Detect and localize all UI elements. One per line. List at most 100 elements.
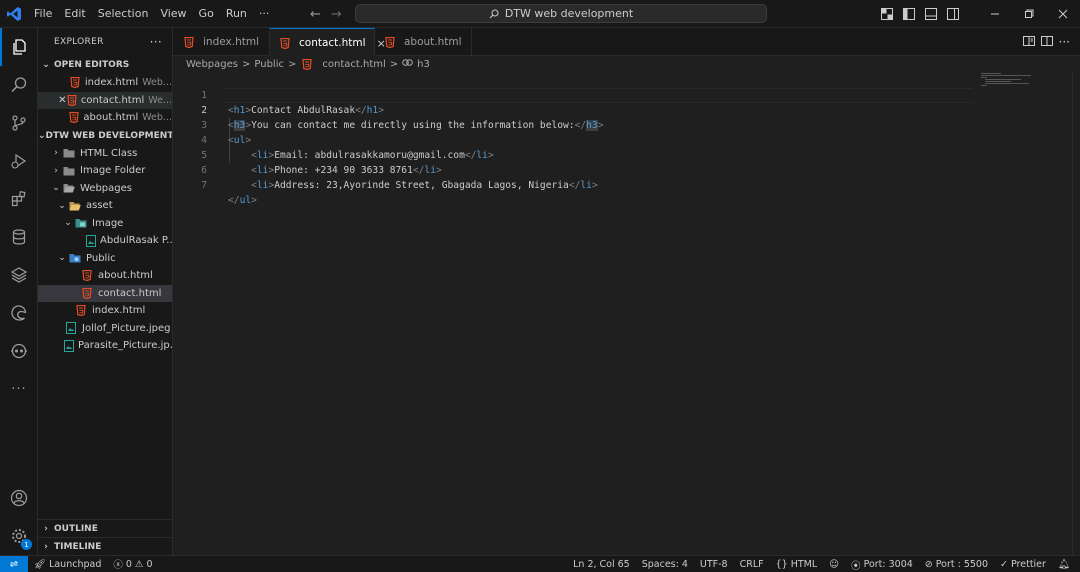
breadcrumb-h3[interactable]: h3 bbox=[417, 59, 430, 70]
menu-go[interactable]: Go bbox=[193, 0, 220, 28]
html-file-icon bbox=[300, 58, 314, 70]
edge-browser-icon[interactable] bbox=[0, 294, 38, 332]
chevron-down-icon: ⌄ bbox=[58, 253, 66, 264]
end-of-line[interactable]: CRLF bbox=[734, 559, 770, 570]
tab-label: about.html bbox=[404, 36, 462, 48]
tree-item-parasite-picture[interactable]: Parasite_Picture.jp... bbox=[38, 337, 172, 355]
toggle-secondary-sidebar-icon[interactable] bbox=[942, 0, 964, 28]
language-mode[interactable]: {} HTML bbox=[770, 559, 824, 570]
forward-arrow-icon[interactable]: → bbox=[331, 7, 342, 22]
tab-about-html[interactable]: about.html bbox=[375, 28, 472, 56]
cursor-position[interactable]: Ln 2, Col 65 bbox=[567, 559, 636, 570]
tree-item-asset[interactable]: ⌄ asset bbox=[38, 197, 172, 215]
chevron-right-icon: › bbox=[44, 542, 48, 552]
explorer-more-icon[interactable]: ··· bbox=[150, 35, 162, 49]
breadcrumb-contact-html[interactable]: contact.html bbox=[322, 59, 385, 70]
menu-run[interactable]: Run bbox=[220, 0, 253, 28]
more-views-icon[interactable]: ··· bbox=[0, 370, 38, 408]
open-editor-item[interactable]: index.html Web... bbox=[38, 74, 172, 92]
menu-selection[interactable]: Selection bbox=[92, 0, 155, 28]
tree-item-about-html[interactable]: about.html bbox=[38, 267, 172, 285]
copilot-status-icon[interactable]: ☺ bbox=[823, 559, 845, 570]
project-header[interactable]: ⌄ DTW WEB DEVELOPMENT bbox=[38, 127, 172, 145]
layers-icon[interactable] bbox=[0, 256, 38, 294]
open-editor-path: Web... bbox=[142, 112, 172, 124]
command-center-search[interactable]: DTW web development bbox=[355, 4, 767, 23]
live-server-port[interactable]: ⊘ Port : 5500 bbox=[919, 559, 994, 570]
timeline-label: TIMELINE bbox=[54, 542, 102, 552]
outline-label: OUTLINE bbox=[54, 524, 98, 534]
outline-section[interactable]: › OUTLINE bbox=[38, 519, 172, 538]
breadcrumb-public[interactable]: Public bbox=[254, 59, 284, 70]
menu-more[interactable]: ··· bbox=[253, 0, 276, 28]
tab-label: contact.html bbox=[299, 37, 366, 49]
toggle-panel-icon[interactable] bbox=[920, 0, 942, 28]
open-preview-icon[interactable] bbox=[1022, 35, 1035, 50]
tree-item-image-file[interactable]: AbdulRasak P... bbox=[38, 232, 172, 250]
prettier-status[interactable]: ✓ Prettier bbox=[994, 559, 1052, 570]
open-editor-item[interactable]: about.html Web... bbox=[38, 109, 172, 127]
run-debug-icon[interactable] bbox=[0, 142, 38, 180]
problems-indicator[interactable]: ⓧ 0 ⚠ 0 bbox=[107, 557, 158, 572]
manage-gear-icon[interactable]: 1 bbox=[0, 517, 38, 555]
copilot-icon[interactable] bbox=[0, 332, 38, 370]
braces-icon: {} bbox=[775, 559, 788, 570]
encoding[interactable]: UTF-8 bbox=[694, 559, 734, 570]
tab-contact-html[interactable]: contact.html × bbox=[270, 28, 386, 57]
code-line: 6 <li>Address: 23,Ayorinde Street, Gbaga… bbox=[173, 148, 973, 191]
prettier-label: Prettier bbox=[1010, 559, 1046, 570]
notifications-bell-icon[interactable]: 🔔︎ bbox=[1052, 559, 1076, 570]
close-window-icon[interactable] bbox=[1046, 0, 1080, 28]
tree-item-html-class[interactable]: › HTML Class bbox=[38, 145, 172, 163]
minimize-icon[interactable] bbox=[978, 0, 1012, 28]
html-file-icon bbox=[80, 287, 94, 299]
search-icon[interactable] bbox=[0, 66, 38, 104]
database-icon[interactable] bbox=[0, 218, 38, 256]
launchpad-button[interactable]: 🚀︎ Launchpad bbox=[28, 559, 107, 570]
restore-icon[interactable] bbox=[1012, 0, 1046, 28]
explorer-title: EXPLORER bbox=[54, 37, 104, 47]
html-file-icon bbox=[80, 270, 94, 282]
source-control-icon[interactable] bbox=[0, 104, 38, 142]
remote-indicator-icon[interactable]: ⇌ bbox=[0, 555, 28, 572]
menu-view[interactable]: View bbox=[154, 0, 192, 28]
split-editor-icon[interactable] bbox=[1040, 35, 1053, 50]
open-editor-item[interactable]: ✕ contact.html We... bbox=[38, 91, 172, 109]
html-file-icon bbox=[385, 36, 395, 48]
html-file-icon bbox=[68, 112, 80, 124]
tree-item-webpages[interactable]: ⌄ Webpages bbox=[38, 180, 172, 198]
menu-bar: File Edit Selection View Go Run ··· bbox=[28, 0, 275, 28]
breadcrumb-webpages[interactable]: Webpages bbox=[186, 59, 238, 70]
open-editors-header[interactable]: ⌄ OPEN EDITORS bbox=[38, 56, 172, 74]
warning-icon: ⚠ bbox=[134, 558, 144, 570]
extensions-icon[interactable] bbox=[0, 180, 38, 218]
editor-tabs: index.html contact.html × about.html ··· bbox=[173, 28, 1080, 57]
explorer-icon[interactable] bbox=[0, 28, 38, 66]
code-editor[interactable]: 1 <h1>Contact AbdulRasak</h1> 2 <h3>You … bbox=[173, 72, 1080, 555]
tree-item-image-folder[interactable]: › Image Folder bbox=[38, 162, 172, 180]
tree-item-image[interactable]: ⌄ Image bbox=[38, 215, 172, 233]
html-file-icon bbox=[183, 36, 194, 48]
menu-edit[interactable]: Edit bbox=[58, 0, 91, 28]
port-label: Port: 3004 bbox=[863, 559, 913, 570]
tree-item-index-html[interactable]: index.html bbox=[38, 302, 172, 320]
menu-file[interactable]: File bbox=[28, 0, 58, 28]
tab-index-html[interactable]: index.html bbox=[173, 28, 270, 56]
close-editor-icon[interactable]: ✕ bbox=[58, 95, 67, 106]
rocket-icon: 🚀︎ bbox=[34, 558, 47, 570]
port-3004[interactable]: ⦿ Port: 3004 bbox=[845, 558, 919, 572]
chevron-down-icon: ⌄ bbox=[42, 60, 50, 70]
minimap[interactable] bbox=[979, 72, 1079, 555]
indentation[interactable]: Spaces: 4 bbox=[636, 559, 694, 570]
tree-item-label: Public bbox=[86, 252, 116, 264]
timeline-section[interactable]: › TIMELINE bbox=[38, 537, 172, 555]
tree-item-jollof-picture[interactable]: Jollof_Picture.jpeg bbox=[38, 320, 172, 338]
toggle-primary-sidebar-icon[interactable] bbox=[898, 0, 920, 28]
back-arrow-icon[interactable]: ← bbox=[310, 7, 321, 22]
tree-item-public[interactable]: ⌄ Public bbox=[38, 250, 172, 268]
tree-item-contact-html[interactable]: contact.html bbox=[38, 284, 172, 302]
vertical-scrollbar[interactable] bbox=[1072, 72, 1080, 555]
editor-more-icon[interactable]: ··· bbox=[1059, 35, 1070, 49]
account-icon[interactable] bbox=[0, 479, 38, 517]
customize-layout-icon[interactable] bbox=[876, 0, 898, 28]
